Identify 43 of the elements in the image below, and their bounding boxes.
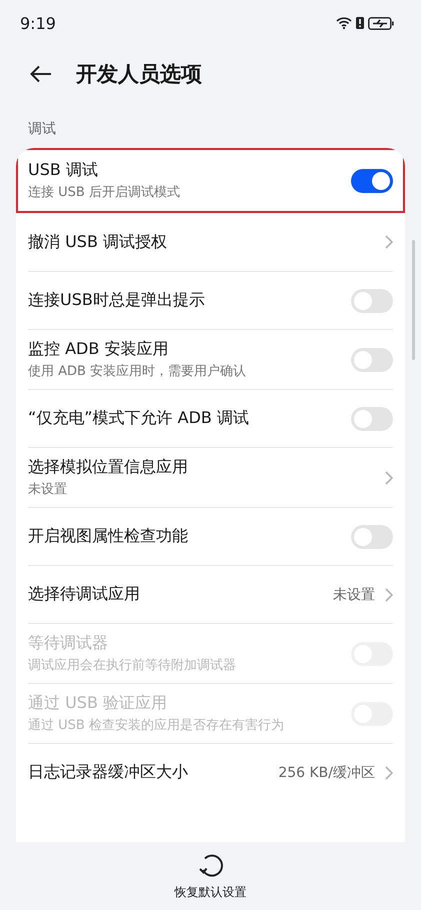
- chevron-right-icon: [385, 588, 393, 602]
- reset-icon: [196, 852, 224, 880]
- setting-row[interactable]: 日志记录器缓冲区大小 256 KB/缓冲区: [28, 743, 393, 801]
- setting-value: 256 KB/缓冲区: [278, 764, 375, 782]
- highlighted-setting-row[interactable]: USB 调试 连接 USB 后开启调试模式: [16, 148, 405, 213]
- toggle-switch[interactable]: [351, 524, 393, 548]
- chevron-right-icon: [385, 766, 393, 780]
- setting-row[interactable]: 撤消 USB 调试授权: [28, 213, 393, 271]
- chevron-right-icon: [385, 235, 393, 249]
- setting-title[interactable]: 日志记录器缓冲区大小: [28, 762, 268, 783]
- battery-charging-icon: [368, 16, 394, 30]
- setting-title[interactable]: 选择待调试应用: [28, 584, 323, 605]
- setting-description: 连接 USB 后开启调试模式: [28, 184, 181, 201]
- setting-title[interactable]: 选择模拟位置信息应用: [28, 457, 375, 478]
- alert-icon: [356, 17, 364, 29]
- chevron-right-icon: [385, 470, 393, 484]
- setting-row[interactable]: 监控 ADB 安装应用 使用 ADB 安装应用时，需要用户确认: [28, 329, 393, 389]
- setting-value: 未设置: [333, 586, 375, 604]
- setting-description: 使用 ADB 安装应用时，需要用户确认: [28, 363, 248, 380]
- toggle-switch[interactable]: [351, 288, 393, 312]
- toggle-switch[interactable]: [351, 406, 393, 430]
- setting-row[interactable]: 选择模拟位置信息应用 未设置: [28, 447, 393, 507]
- setting-title[interactable]: 连接USB时总是弹出提示: [28, 290, 341, 311]
- section-label: 调试: [27, 120, 57, 139]
- setting-title[interactable]: 监控 ADB 安装应用: [28, 339, 341, 360]
- setting-title[interactable]: USB 调试: [28, 160, 341, 181]
- back-arrow-icon[interactable]: [30, 65, 52, 83]
- setting-description: 调试应用会在执行前等待附加调试器: [28, 657, 237, 674]
- setting-row[interactable]: “仅充电”模式下允许 ADB 调试: [28, 389, 393, 447]
- setting-row[interactable]: 开启视图属性检查功能: [28, 507, 393, 565]
- setting-title[interactable]: 撤消 USB 调试授权: [28, 232, 375, 252]
- setting-description: 未设置: [28, 481, 68, 498]
- wifi-icon: [336, 17, 352, 29]
- setting-row[interactable]: 连接USB时总是弹出提示: [28, 271, 393, 329]
- toggle-switch[interactable]: [351, 168, 393, 192]
- setting-title[interactable]: 开启视图属性检查功能: [28, 526, 341, 547]
- setting-description: 通过 USB 检查安装的应用是否存在有害行为: [28, 717, 285, 734]
- restore-defaults-button[interactable]: 恢复默认设置: [174, 852, 246, 900]
- setting-title[interactable]: “仅充电”模式下允许 ADB 调试: [28, 408, 341, 429]
- status-time: 9:19: [20, 14, 56, 32]
- toggle-switch[interactable]: [351, 348, 393, 372]
- page-title: 开发人员选项: [76, 61, 202, 88]
- setting-row[interactable]: 选择待调试应用 未设置: [28, 565, 393, 623]
